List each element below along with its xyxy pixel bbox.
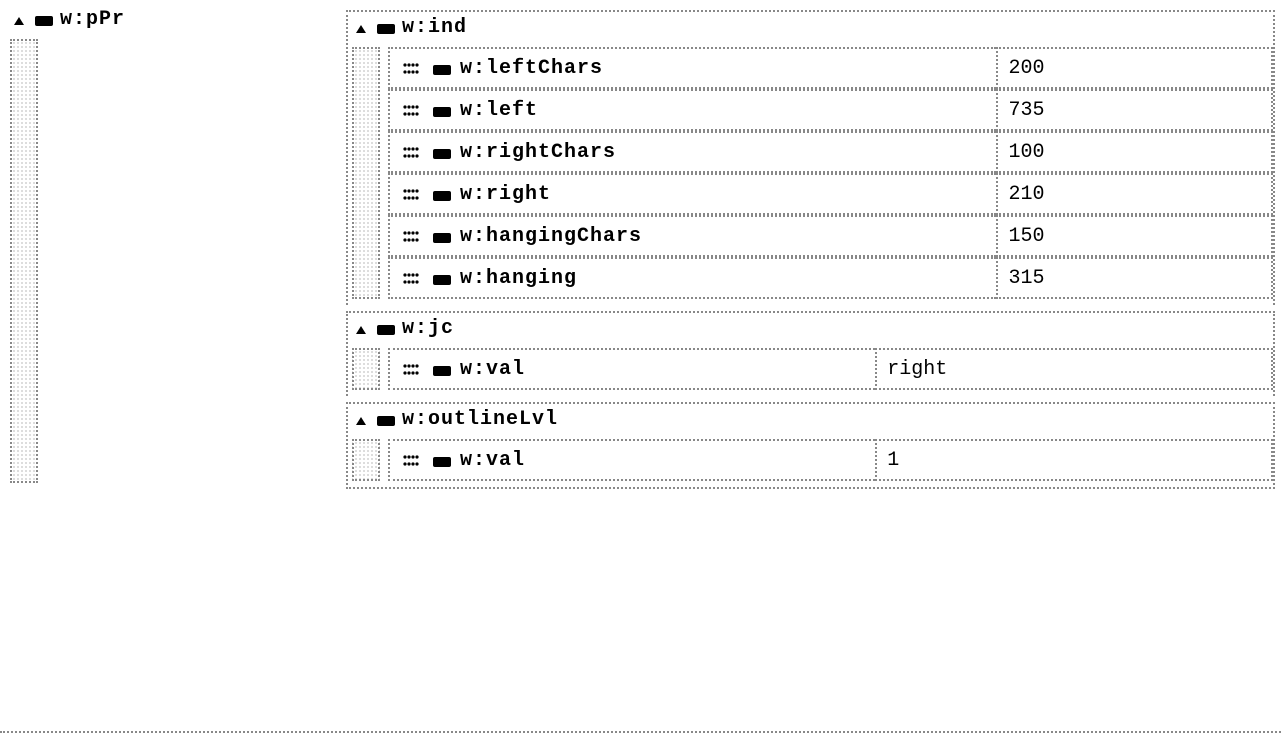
- table-row[interactable]: w:hangingChars 150: [388, 215, 1273, 257]
- attribute-icon: [400, 183, 424, 207]
- element-icon: [432, 362, 452, 380]
- attribute-value[interactable]: 735: [996, 89, 1273, 131]
- tree-guide-bar: [352, 439, 380, 481]
- attributes-table: w:leftChars 200 w:left 735: [388, 47, 1273, 299]
- tree-guide-bar: [10, 39, 38, 483]
- tree-node: w:outlineLvl w:val 1: [346, 402, 1275, 489]
- root-children: w:ind w:leftChars 200: [346, 4, 1275, 489]
- element-icon: [376, 412, 396, 430]
- root-left-column: w:pPr: [6, 4, 346, 489]
- element-icon: [432, 187, 452, 205]
- table-row[interactable]: w:right 210: [388, 173, 1273, 215]
- xml-tree: w:pPr w:ind: [0, 0, 1281, 733]
- collapse-icon[interactable]: [352, 412, 370, 430]
- tree-guide-bar: [352, 348, 380, 390]
- attribute-icon: [400, 267, 424, 291]
- attribute-name: w:rightChars: [460, 141, 616, 164]
- node-header[interactable]: w:jc: [348, 313, 1273, 344]
- table-row[interactable]: w:hanging 315: [388, 257, 1273, 299]
- attributes-table: w:val 1: [388, 439, 1273, 481]
- element-icon: [432, 271, 452, 289]
- attribute-name: w:val: [460, 358, 525, 381]
- table-row[interactable]: w:val 1: [388, 439, 1273, 481]
- attribute-icon: [400, 225, 424, 249]
- node-label: w:pPr: [60, 8, 125, 31]
- attributes-table: w:val right: [388, 348, 1273, 390]
- node-header[interactable]: w:ind: [348, 12, 1273, 43]
- attribute-name: w:hanging: [460, 267, 577, 290]
- table-row[interactable]: w:leftChars 200: [388, 47, 1273, 89]
- attribute-icon: [400, 141, 424, 165]
- attribute-value[interactable]: 200: [996, 47, 1273, 89]
- tree-node: w:ind w:leftChars 200: [346, 10, 1275, 305]
- attribute-icon: [400, 57, 424, 81]
- attribute-value[interactable]: 150: [996, 215, 1273, 257]
- attribute-name: w:hangingChars: [460, 225, 642, 248]
- collapse-icon[interactable]: [10, 12, 28, 30]
- attribute-value[interactable]: 315: [996, 257, 1273, 299]
- attribute-icon: [400, 99, 424, 123]
- node-label: w:outlineLvl: [402, 408, 558, 431]
- tree-node-root: w:pPr w:ind: [6, 4, 1275, 489]
- attribute-icon: [400, 358, 424, 382]
- tree-node: w:jc w:val right: [346, 311, 1275, 396]
- element-icon: [376, 321, 396, 339]
- table-row[interactable]: w:left 735: [388, 89, 1273, 131]
- node-header[interactable]: w:outlineLvl: [348, 404, 1273, 435]
- attribute-value[interactable]: 100: [996, 131, 1273, 173]
- element-icon: [432, 453, 452, 471]
- attribute-name: w:left: [460, 99, 538, 122]
- element-icon: [432, 61, 452, 79]
- element-icon: [34, 12, 54, 30]
- element-icon: [432, 145, 452, 163]
- node-header[interactable]: w:pPr: [6, 4, 346, 35]
- collapse-icon[interactable]: [352, 20, 370, 38]
- tree-guide-bar: [352, 47, 380, 299]
- attribute-name: w:val: [460, 449, 525, 472]
- node-label: w:ind: [402, 16, 467, 39]
- node-label: w:jc: [402, 317, 454, 340]
- attribute-name: w:leftChars: [460, 57, 603, 80]
- attribute-value[interactable]: 1: [875, 439, 1273, 481]
- element-icon: [432, 229, 452, 247]
- table-row[interactable]: w:rightChars 100: [388, 131, 1273, 173]
- element-icon: [376, 20, 396, 38]
- attribute-name: w:right: [460, 183, 551, 206]
- attribute-value[interactable]: right: [875, 348, 1273, 390]
- element-icon: [432, 103, 452, 121]
- collapse-icon[interactable]: [352, 321, 370, 339]
- attribute-icon: [400, 449, 424, 473]
- attribute-value[interactable]: 210: [996, 173, 1273, 215]
- table-row[interactable]: w:val right: [388, 348, 1273, 390]
